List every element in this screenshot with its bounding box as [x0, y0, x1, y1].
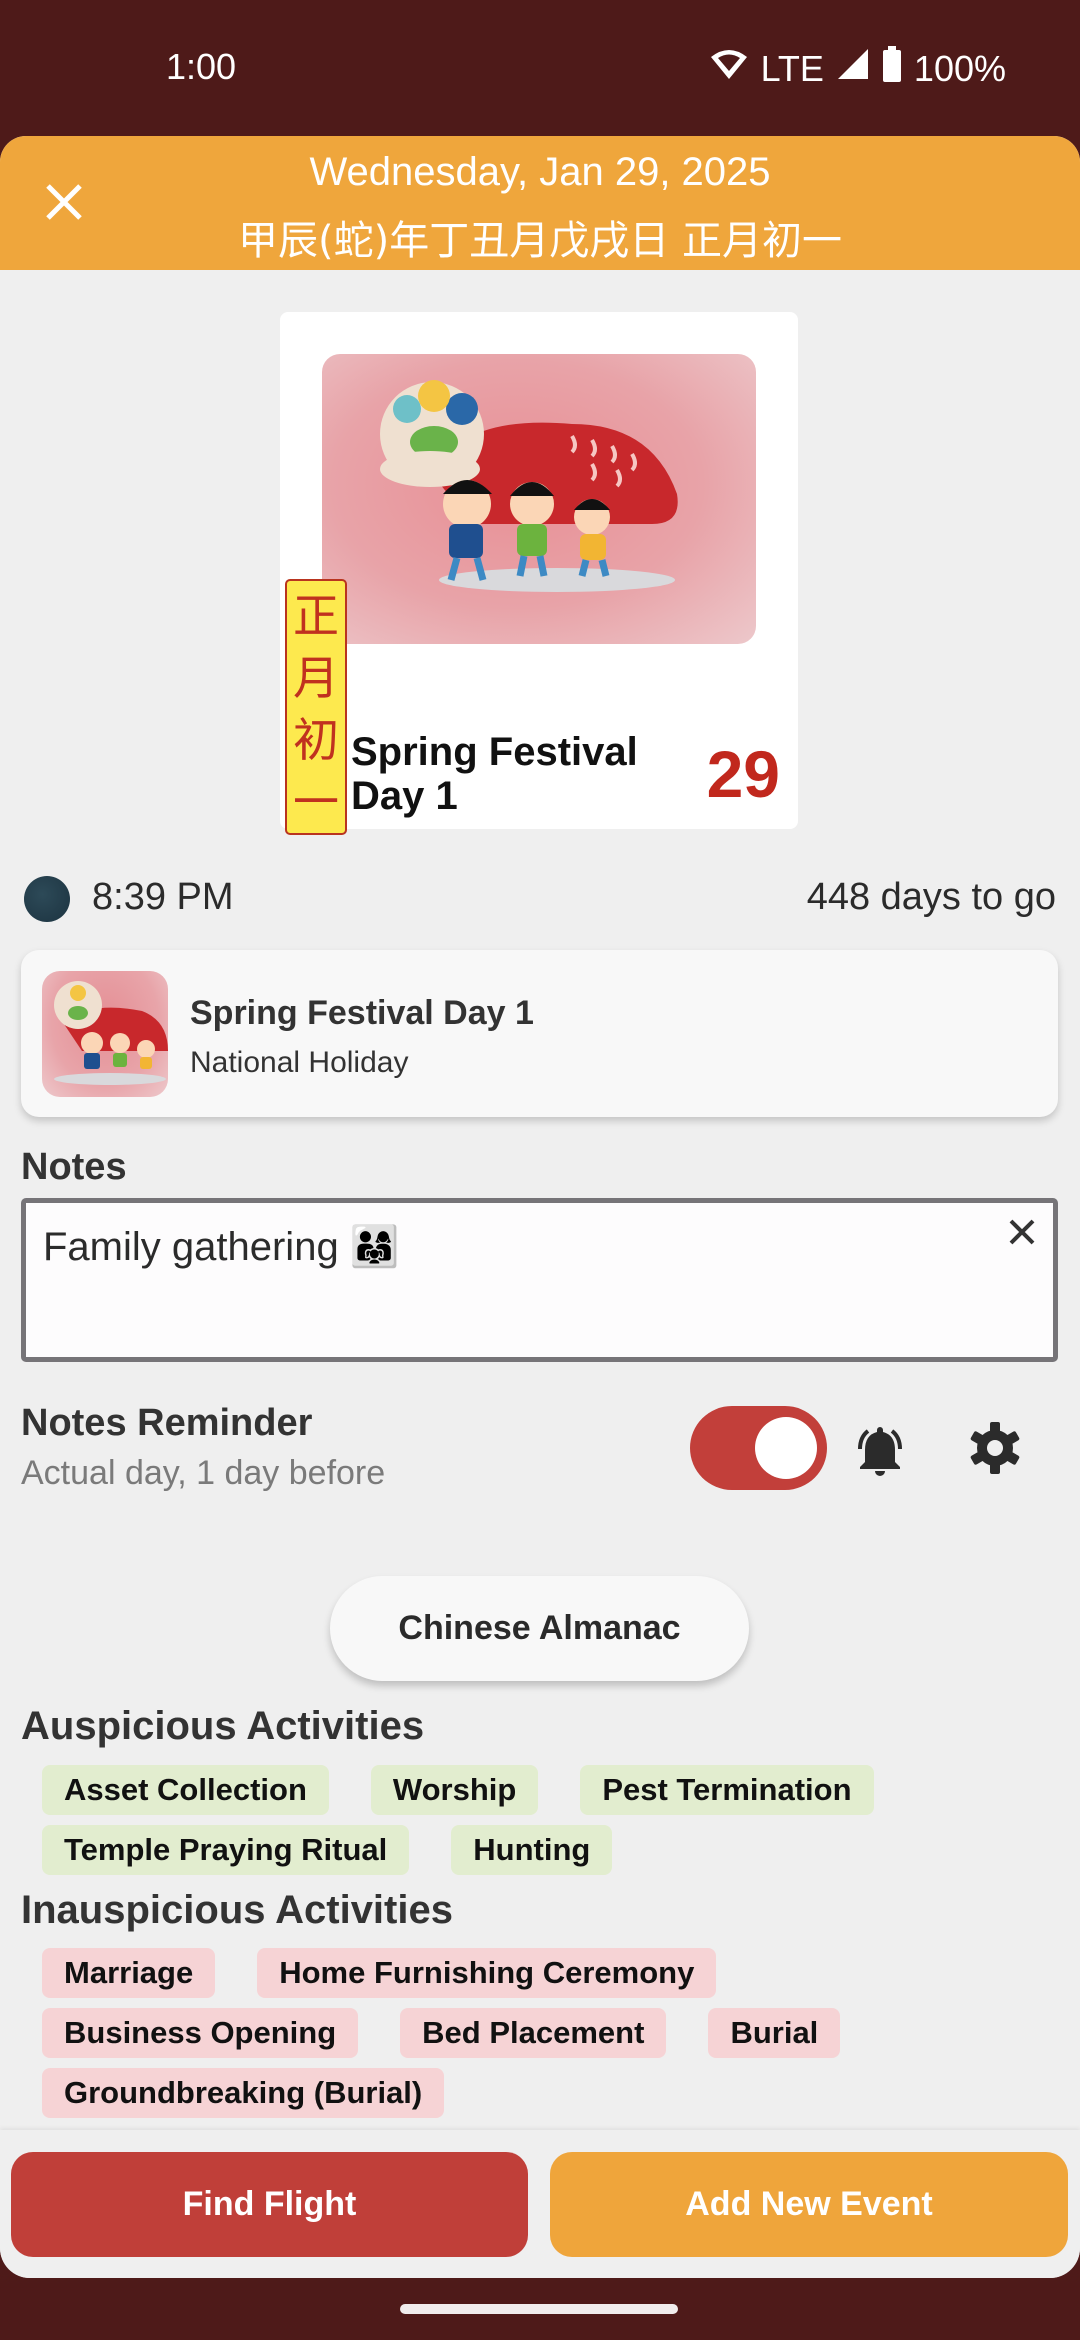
lunar-date: 甲辰(蛇)年丁丑月戊戌日 正月初一	[238, 218, 842, 264]
notes-label: Notes	[21, 1146, 127, 1188]
day-number: 29	[706, 737, 780, 811]
inauspicious-chip: Bed Placement	[400, 2008, 667, 2058]
wifi-icon	[709, 47, 749, 90]
signal-icon	[836, 47, 870, 90]
moon-time: 8:39 PM	[92, 876, 234, 918]
auspicious-chip: Hunting	[451, 1825, 613, 1875]
find-flight-button[interactable]: Find Flight	[11, 2152, 528, 2257]
add-new-event-button[interactable]: Add New Event	[550, 2152, 1068, 2257]
auspicious-list: Asset Collection Worship Pest Terminatio…	[42, 1765, 1042, 1875]
lunar-day-label: 正 月 初 一	[285, 579, 347, 835]
network-type: LTE	[760, 47, 824, 89]
chinese-almanac-button[interactable]: Chinese Almanac	[330, 1576, 749, 1681]
days-countdown: 448 days to go	[806, 876, 1056, 918]
lion-dance-illustration	[322, 354, 756, 644]
battery-level: 100%	[913, 47, 1006, 89]
inauspicious-chip: Home Furnishing Ceremony	[257, 1948, 717, 1998]
inauspicious-chip: Marriage	[42, 1948, 216, 1998]
day-detail-sheet: Wednesday, Jan 29, 2025 甲辰(蛇)年丁丑月戊戌日 正月初…	[0, 136, 1080, 2278]
gear-icon[interactable]	[966, 1419, 1024, 1477]
auspicious-chip: Asset Collection	[42, 1765, 329, 1815]
reminder-toggle[interactable]	[690, 1406, 827, 1490]
inauspicious-title: Inauspicious Activities	[21, 1888, 453, 1932]
auspicious-title: Auspicious Activities	[21, 1704, 425, 1748]
bell-ring-icon[interactable]	[850, 1419, 910, 1479]
status-icons: LTE 100%	[709, 46, 1006, 91]
battery-icon	[882, 46, 902, 91]
event-card[interactable]: Spring Festival Day 1 National Holiday	[21, 950, 1058, 1117]
event-thumbnail	[42, 971, 168, 1097]
inauspicious-list: Marriage Home Furnishing Ceremony Busine…	[42, 1948, 1042, 2118]
reminder-subtitle: Actual day, 1 day before	[21, 1454, 386, 1492]
auspicious-chip: Worship	[370, 1765, 539, 1815]
clear-notes-icon[interactable]	[1005, 1215, 1039, 1249]
event-type: National Holiday	[190, 1046, 409, 1079]
status-bar: 1:00 LTE 100%	[0, 0, 1080, 136]
bottom-action-bar: Find Flight Add New Event	[0, 2130, 1080, 2278]
inauspicious-chip: Groundbreaking (Burial)	[42, 2068, 445, 2118]
inauspicious-chip: Burial	[708, 2008, 841, 2058]
festival-title: Spring Festival Day 1	[351, 730, 638, 818]
festival-card: 正 月 初 一 Spring Festival Day 1 29	[280, 312, 798, 835]
auspicious-chip: Temple Praying Ritual	[42, 1825, 410, 1875]
status-time: 1:00	[166, 46, 237, 87]
gregorian-date: Wednesday, Jan 29, 2025	[309, 150, 771, 194]
inauspicious-chip: Business Opening	[42, 2008, 359, 2058]
reminder-title: Notes Reminder	[21, 1402, 313, 1444]
auspicious-chip: Pest Termination	[580, 1765, 874, 1815]
toggle-knob	[755, 1417, 817, 1479]
notes-input[interactable]: Family gathering 👨‍👩‍👧	[21, 1198, 1058, 1362]
event-title: Spring Festival Day 1	[190, 994, 534, 1032]
notes-text[interactable]: Family gathering 👨‍👩‍👧	[43, 1223, 400, 1270]
gesture-nav-handle[interactable]	[400, 2304, 678, 2314]
moon-phase-icon	[24, 876, 70, 922]
date-header: Wednesday, Jan 29, 2025 甲辰(蛇)年丁丑月戊戌日 正月初…	[0, 136, 1080, 270]
